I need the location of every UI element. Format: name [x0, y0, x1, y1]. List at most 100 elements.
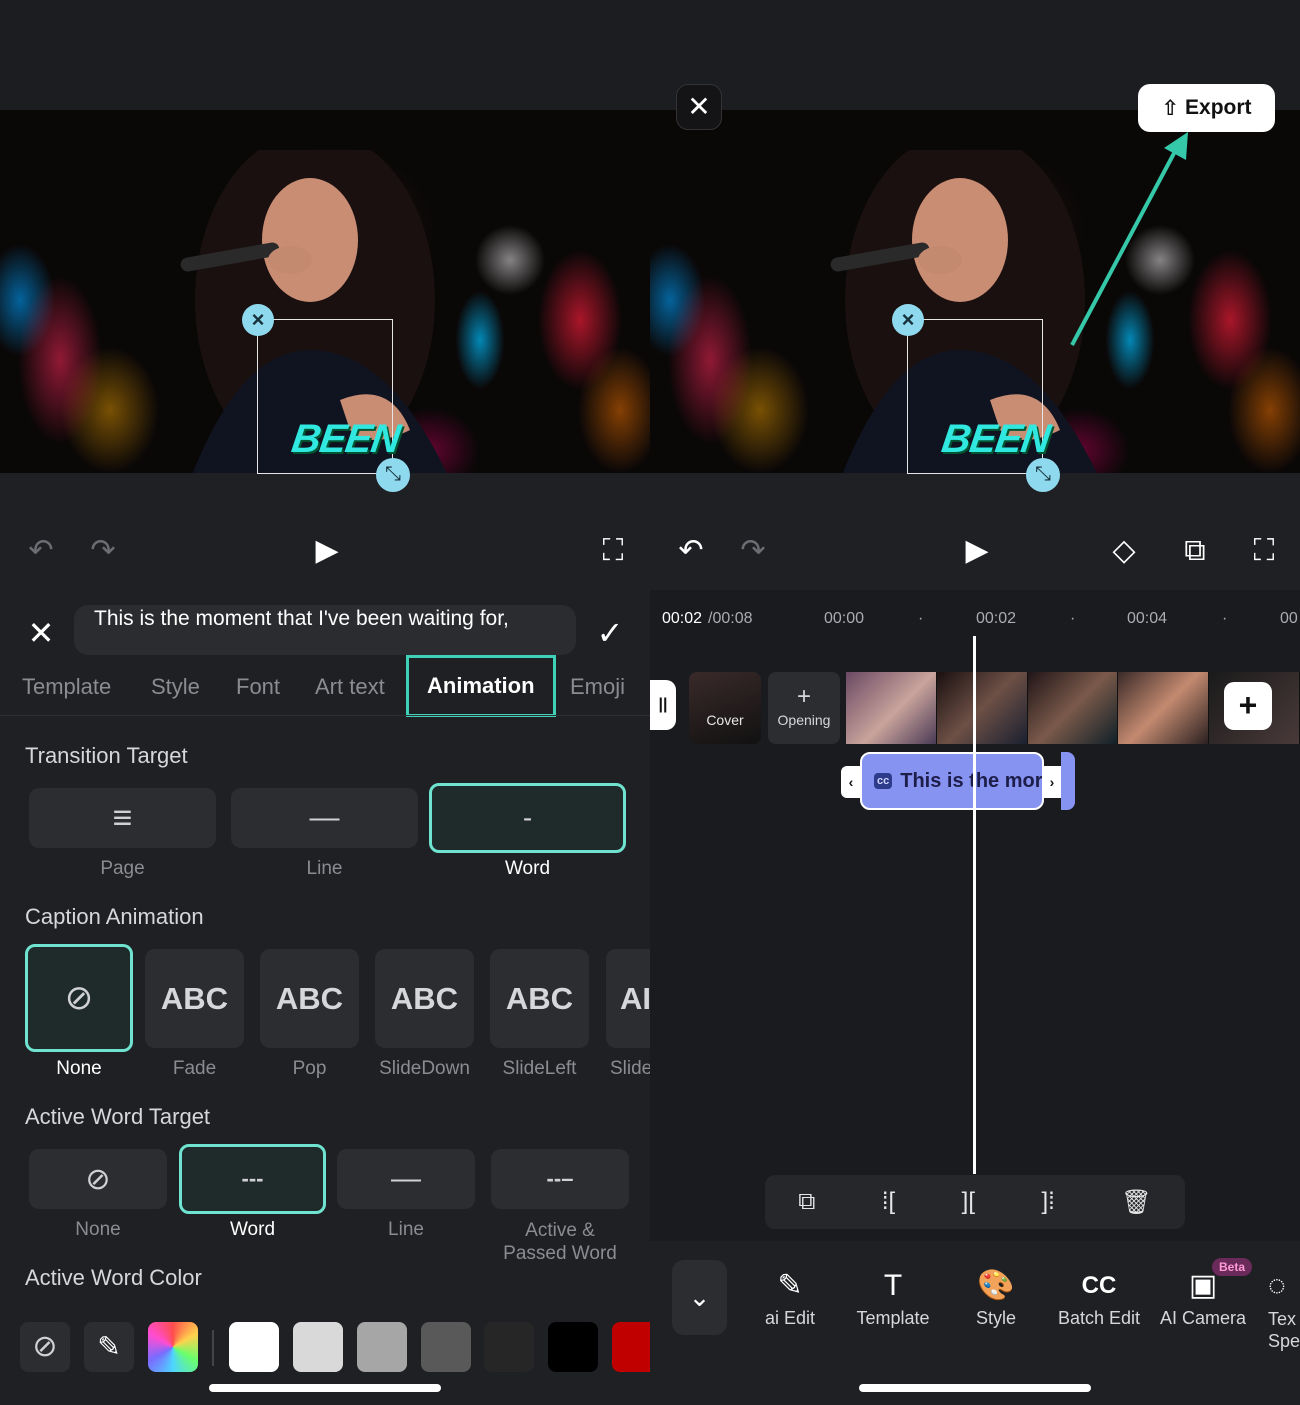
- tool-template[interactable]: T Template: [838, 1264, 948, 1329]
- ruler-dot: ·: [918, 610, 924, 627]
- tool-ai-edit[interactable]: ✎ ai Edit: [735, 1264, 845, 1329]
- tab-emoji[interactable]: Emoji: [570, 668, 625, 706]
- none-icon: ⊘: [85, 1162, 111, 1196]
- tool-label: AI Camera: [1159, 1308, 1247, 1328]
- transition-word-option[interactable]: -: [429, 783, 626, 853]
- tool-batch-edit[interactable]: CC Batch Edit: [1044, 1264, 1154, 1329]
- collapse-chevron-down-icon[interactable]: ⌄: [672, 1260, 727, 1335]
- upload-icon: ⇧: [1161, 96, 1180, 120]
- transition-word-label: Word: [504, 858, 551, 879]
- active-word-passed-option[interactable]: --–: [491, 1149, 629, 1209]
- pip-icon[interactable]: ⧉: [1177, 530, 1213, 572]
- tab-style[interactable]: Style: [151, 668, 200, 706]
- transition-target-title: Transition Target: [25, 743, 188, 768]
- color-swatch[interactable]: [421, 1322, 471, 1372]
- transition-line-label: Line: [306, 858, 343, 879]
- clip-thumbnail: [1118, 672, 1210, 744]
- fullscreen-icon[interactable]: ⛶: [596, 530, 630, 572]
- transition-page-option[interactable]: ≡: [29, 788, 216, 848]
- tool-text-speech[interactable]: ◌ Tex Spe: [1268, 1264, 1300, 1352]
- play-icon[interactable]: ▶: [310, 530, 344, 572]
- active-word-none-option[interactable]: ⊘: [29, 1149, 167, 1209]
- color-swatch[interactable]: [293, 1322, 343, 1372]
- color-swatch[interactable]: [612, 1322, 650, 1372]
- line-icon: —: [391, 1162, 421, 1195]
- animation-slide-label: Slide: [610, 1058, 650, 1079]
- overlay-text[interactable]: BEEN: [289, 417, 402, 462]
- animation-fade-option[interactable]: ABC: [145, 949, 244, 1048]
- tab-art-text[interactable]: Art text: [315, 668, 385, 706]
- confirm-check-icon[interactable]: ✓: [592, 616, 628, 650]
- line-icon: —: [309, 801, 340, 834]
- ruler-tick: 00:02: [976, 610, 1017, 627]
- color-picker-swatch[interactable]: [148, 1322, 198, 1372]
- close-editor-button[interactable]: ✕: [676, 84, 722, 130]
- caption-clip-text: This is the mor: [900, 769, 1043, 792]
- animation-slideleft-option[interactable]: ABC: [490, 949, 589, 1048]
- animation-none-option[interactable]: ⊘: [25, 944, 133, 1052]
- remove-text-icon[interactable]: ×: [892, 304, 924, 336]
- color-swatch[interactable]: [548, 1322, 598, 1372]
- caption-clip[interactable]: cc This is the mor: [860, 752, 1044, 810]
- home-indicator: [209, 1384, 441, 1392]
- opening-button[interactable]: + Opening: [768, 672, 840, 744]
- audio-track-icon[interactable]: ||: [650, 680, 676, 730]
- caption-text-input[interactable]: This is the moment that I've been waitin…: [74, 605, 576, 655]
- add-clip-icon[interactable]: +: [1224, 682, 1272, 730]
- cover-thumbnail[interactable]: Cover: [689, 672, 761, 744]
- tab-animation[interactable]: Animation: [406, 655, 556, 717]
- animation-slide-option[interactable]: AI: [606, 949, 650, 1048]
- playhead[interactable]: [973, 636, 976, 1174]
- resize-handle-icon[interactable]: ⤡: [1026, 458, 1060, 492]
- delete-icon[interactable]: 🗑: [1121, 1188, 1151, 1217]
- active-word-passed-label: Active & Passed Word: [503, 1220, 617, 1264]
- split-icon[interactable]: ][: [962, 1188, 975, 1216]
- tab-font[interactable]: Font: [236, 668, 280, 706]
- undo-icon[interactable]: ↶: [674, 530, 708, 572]
- copy-icon[interactable]: ⧉: [798, 1188, 815, 1216]
- word-icon: -: [522, 802, 533, 833]
- play-icon[interactable]: ▶: [960, 530, 994, 572]
- tool-style[interactable]: 🎨 Style: [941, 1264, 1051, 1329]
- tool-label: Tex Spe: [1268, 1309, 1300, 1351]
- caption-animation-title: Caption Animation: [25, 904, 204, 929]
- undo-icon[interactable]: ↶: [24, 530, 58, 572]
- active-word-word-option[interactable]: ---: [179, 1144, 326, 1214]
- split-right-icon[interactable]: ]⁞: [1041, 1188, 1054, 1216]
- animation-slidedown-option[interactable]: ABC: [375, 949, 474, 1048]
- eyedropper-icon[interactable]: ✎: [84, 1322, 134, 1372]
- redo-icon[interactable]: ↷: [736, 530, 770, 572]
- split-left-icon[interactable]: ⁞[: [882, 1188, 895, 1216]
- current-time: 00:02: [662, 610, 703, 627]
- slidedown-preview: ABC: [390, 980, 459, 1016]
- overlay-text[interactable]: BEEN: [939, 417, 1052, 462]
- export-label: Export: [1185, 96, 1252, 119]
- slide-preview: AI: [620, 980, 650, 1016]
- clip-thumbnail: [846, 672, 937, 744]
- trim-left-handle[interactable]: ‹: [841, 766, 861, 798]
- template-icon: T: [883, 1269, 903, 1302]
- transition-line-option[interactable]: —: [231, 788, 418, 848]
- tab-template[interactable]: Template: [22, 668, 111, 706]
- fade-preview: ABC: [160, 980, 229, 1016]
- export-button[interactable]: ⇧ Export: [1138, 84, 1275, 132]
- active-word-line-option[interactable]: —: [337, 1149, 475, 1209]
- color-swatch[interactable]: [484, 1322, 534, 1372]
- color-swatch[interactable]: [357, 1322, 407, 1372]
- color-swatch[interactable]: [229, 1322, 279, 1372]
- left-panel: BEEN × ⤡ ↶ ↷ ▶ ⛶ ✕ This is the moment th…: [0, 0, 650, 1405]
- trim-right-handle[interactable]: ›: [1043, 766, 1061, 798]
- resize-handle-icon[interactable]: ⤡: [376, 458, 410, 492]
- fullscreen-icon[interactable]: ⛶: [1246, 530, 1282, 572]
- animation-slidedown-label: SlideDown: [379, 1058, 470, 1079]
- no-color-icon[interactable]: ⊘: [20, 1322, 70, 1372]
- clip-thumbnail: [1027, 672, 1119, 744]
- redo-icon[interactable]: ↷: [86, 530, 120, 572]
- passed-word-icon: --–: [546, 1166, 574, 1191]
- home-indicator: [859, 1384, 1091, 1392]
- keyframe-icon[interactable]: ◇: [1106, 530, 1142, 572]
- next-caption-clip[interactable]: [1061, 752, 1075, 810]
- remove-text-icon[interactable]: ×: [242, 304, 274, 336]
- close-icon[interactable]: ✕: [24, 616, 58, 650]
- animation-pop-option[interactable]: ABC: [260, 949, 359, 1048]
